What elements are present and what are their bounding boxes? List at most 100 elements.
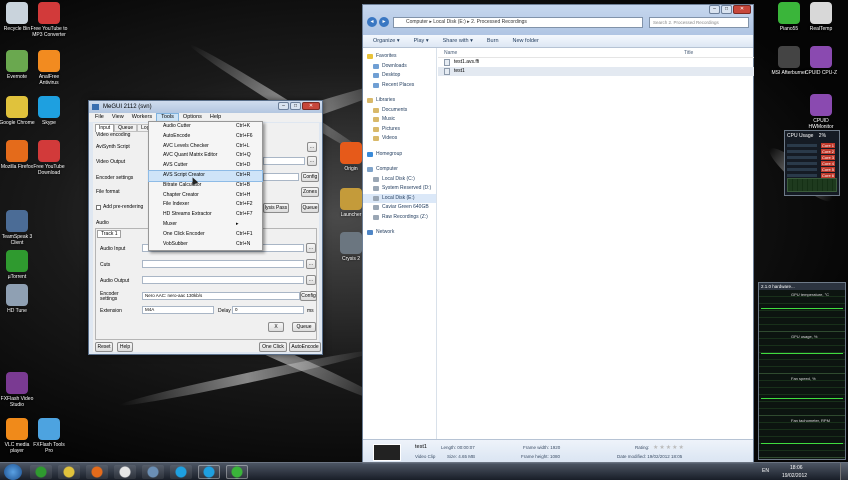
nav-item-drive[interactable]: Local Disk (E:)	[363, 193, 436, 203]
language-indicator[interactable]: EN	[762, 468, 769, 474]
explorer-window[interactable]: ◂ ▸ Computer ▸ Local Disk (E:) ▸ 2. Proc…	[362, 4, 754, 464]
tools-menu-item[interactable]: AVS Script Creator Ctrl+R	[148, 170, 263, 182]
maximize-button[interactable]: □	[721, 5, 732, 14]
tools-menu-item[interactable]: Chapter Creator Ctrl+H	[149, 191, 262, 201]
prerendering-checkbox[interactable]	[96, 205, 101, 210]
audio-input-browse-button[interactable]: ...	[306, 243, 316, 253]
nav-item-drive[interactable]: System Reserved (D:)	[363, 184, 436, 194]
audio-output-browse-button[interactable]: ...	[306, 275, 316, 285]
column-title[interactable]: Title	[684, 48, 693, 58]
nav-libraries[interactable]: Libraries	[363, 96, 436, 106]
address-bar[interactable]: Computer ▸ Local Disk (E:) ▸ 2. Processe…	[393, 17, 643, 28]
desktop-icon[interactable]: FXFlash Video Studio	[0, 372, 36, 408]
tools-menu-item[interactable]: AVC Levels Checker Ctrl+L	[149, 142, 262, 152]
help-button[interactable]: Help	[117, 342, 133, 352]
taskbar-pinned-app-icon[interactable]	[86, 465, 108, 479]
desktop-icon[interactable]: Skype	[30, 96, 68, 126]
encoder-settings-field[interactable]	[263, 173, 299, 181]
video-config-button[interactable]: Config	[301, 172, 319, 182]
show-desktop-button[interactable]	[840, 463, 848, 480]
organize-button[interactable]: Organize ▾	[373, 35, 400, 47]
nav-favorites[interactable]: Favorites	[363, 52, 436, 62]
forward-button[interactable]: ▸	[379, 17, 389, 27]
cuts-field[interactable]	[142, 260, 304, 268]
nav-item-drive[interactable]: Raw Recordings (Z:)	[363, 213, 436, 223]
rating-stars[interactable]: ★★★★★	[653, 444, 685, 451]
burn-button[interactable]: Burn	[487, 35, 499, 47]
clock-date[interactable]: 19/02/2012	[782, 473, 807, 479]
tools-menu-item[interactable]: Muxer ▸	[149, 220, 262, 230]
desktop-icon[interactable]: TeamSpeak 3 Client	[0, 210, 36, 246]
nav-computer[interactable]: Computer	[363, 165, 436, 175]
video-queue-button[interactable]: Queue	[301, 203, 319, 213]
minimize-button[interactable]: –	[709, 5, 720, 14]
hardware-monitor-gadget[interactable]: 2.1.0 hardware... GPU temperature, °C GPU…	[758, 282, 846, 460]
zones-button[interactable]: Zones	[301, 187, 319, 197]
clock-time[interactable]: 18:06	[790, 465, 803, 471]
menu-view[interactable]: View	[108, 113, 128, 122]
megui-titlebar[interactable]: MeGUI 2112 (svn) – □ ✕	[89, 101, 322, 113]
nav-item-library[interactable]: Music	[363, 115, 436, 125]
column-name[interactable]: Name	[444, 48, 457, 58]
nav-network[interactable]: Network	[363, 228, 436, 238]
close-button[interactable]: ✕	[733, 5, 751, 14]
nav-homegroup[interactable]: Homegroup	[363, 150, 436, 160]
taskbar-pinned-app-icon[interactable]	[142, 465, 164, 479]
breadcrumb-computer[interactable]: Computer	[406, 19, 428, 25]
nav-item-library[interactable]: Documents	[363, 106, 436, 116]
cpu-usage-gadget[interactable]: CPU Usage 2% Core 1 Core 2 Core 3 Core 4 Cor…	[784, 130, 840, 196]
tools-menu-item[interactable]: HD Streams Extractor Ctrl+F7	[149, 210, 262, 220]
audio-config-button[interactable]: Config	[300, 291, 317, 301]
tools-menu-item[interactable]: AVS Cutter Ctrl+D	[149, 161, 262, 171]
maximize-button[interactable]: □	[290, 102, 301, 110]
taskbar-pinned-app-icon[interactable]	[198, 465, 220, 479]
tools-menu-item[interactable]: AVC Quant Matrix Editor Ctrl+Q	[149, 151, 262, 161]
start-button[interactable]	[4, 464, 22, 480]
video-output-field[interactable]	[263, 157, 305, 165]
reset-button[interactable]: Reset	[95, 342, 113, 352]
desktop-icon[interactable]: HD Tune	[0, 284, 36, 314]
desktop-icon[interactable]: µTorrent	[0, 250, 36, 280]
breadcrumb-folder[interactable]: 2. Processed Recordings	[471, 19, 527, 25]
tab-input[interactable]: Input	[95, 124, 115, 132]
cuts-browse-button[interactable]: ...	[306, 259, 316, 269]
audio-encoder-select[interactable]: Nero AAC: nero-aac 130kb/s	[142, 292, 300, 300]
taskbar-pinned-app-icon[interactable]	[30, 465, 52, 479]
new-folder-button[interactable]: New folder	[513, 35, 539, 47]
video-output-browse-button[interactable]: ...	[307, 156, 317, 166]
extension-select[interactable]: M4A	[142, 306, 214, 314]
share-with-button[interactable]: Share with ▾	[443, 35, 473, 47]
nav-item-favorite[interactable]: Recent Places	[363, 81, 436, 91]
analysis-pass-button[interactable]: lysis Pass	[263, 203, 289, 213]
desktop-icon[interactable]: RealTemp	[802, 2, 840, 32]
taskbar-pinned-app-icon[interactable]	[58, 465, 80, 479]
file-row[interactable]: test1	[438, 67, 754, 76]
tools-menu-item[interactable]: AutoEncode Ctrl+F6	[149, 132, 262, 142]
tools-menu-item[interactable]: File Indexer Ctrl+F2	[149, 200, 262, 210]
audio-remove-button[interactable]: X	[268, 322, 284, 332]
delay-field[interactable]: 0	[232, 306, 304, 314]
tools-menu-item[interactable]: VobSubber Ctrl+N	[149, 240, 262, 250]
desktop-icon[interactable]: Free YouTube Download	[30, 140, 68, 176]
close-button[interactable]: ✕	[302, 102, 320, 110]
nav-item-drive[interactable]: Caviar Green 640GB	[363, 203, 436, 213]
nav-item-library[interactable]: Pictures	[363, 125, 436, 135]
autoencode-button[interactable]: AutoEncode	[289, 342, 321, 352]
taskbar-pinned-app-icon[interactable]	[226, 465, 248, 479]
desktop-icon[interactable]: AnalFree Antivirus	[30, 50, 68, 86]
nav-item-favorite[interactable]: Downloads	[363, 62, 436, 72]
avisynth-browse-button[interactable]: ...	[307, 142, 317, 152]
minimize-button[interactable]: –	[278, 102, 289, 110]
file-row[interactable]: test1.avs.ffi	[438, 58, 754, 67]
breadcrumb-drive[interactable]: Local Disk (E:)	[433, 19, 466, 25]
search-input[interactable]: Search 2. Processed Recordings	[649, 17, 749, 28]
play-button[interactable]: Play ▾	[414, 35, 429, 47]
nav-item-drive[interactable]: Local Disk (C:)	[363, 175, 436, 185]
audio-output-field[interactable]	[142, 276, 304, 284]
desktop-icon[interactable]: FXFlash Tools Pro	[30, 418, 68, 454]
desktop-icon[interactable]: Free YouTube to MP3 Converter	[30, 2, 68, 38]
nav-item-favorite[interactable]: Desktop	[363, 71, 436, 81]
tools-menu-item[interactable]: Bitrate Calculator Ctrl+B	[149, 181, 262, 191]
desktop-icon[interactable]: CPUID CPU-Z	[802, 46, 840, 76]
tab-track-1[interactable]: Track 1	[97, 230, 122, 238]
